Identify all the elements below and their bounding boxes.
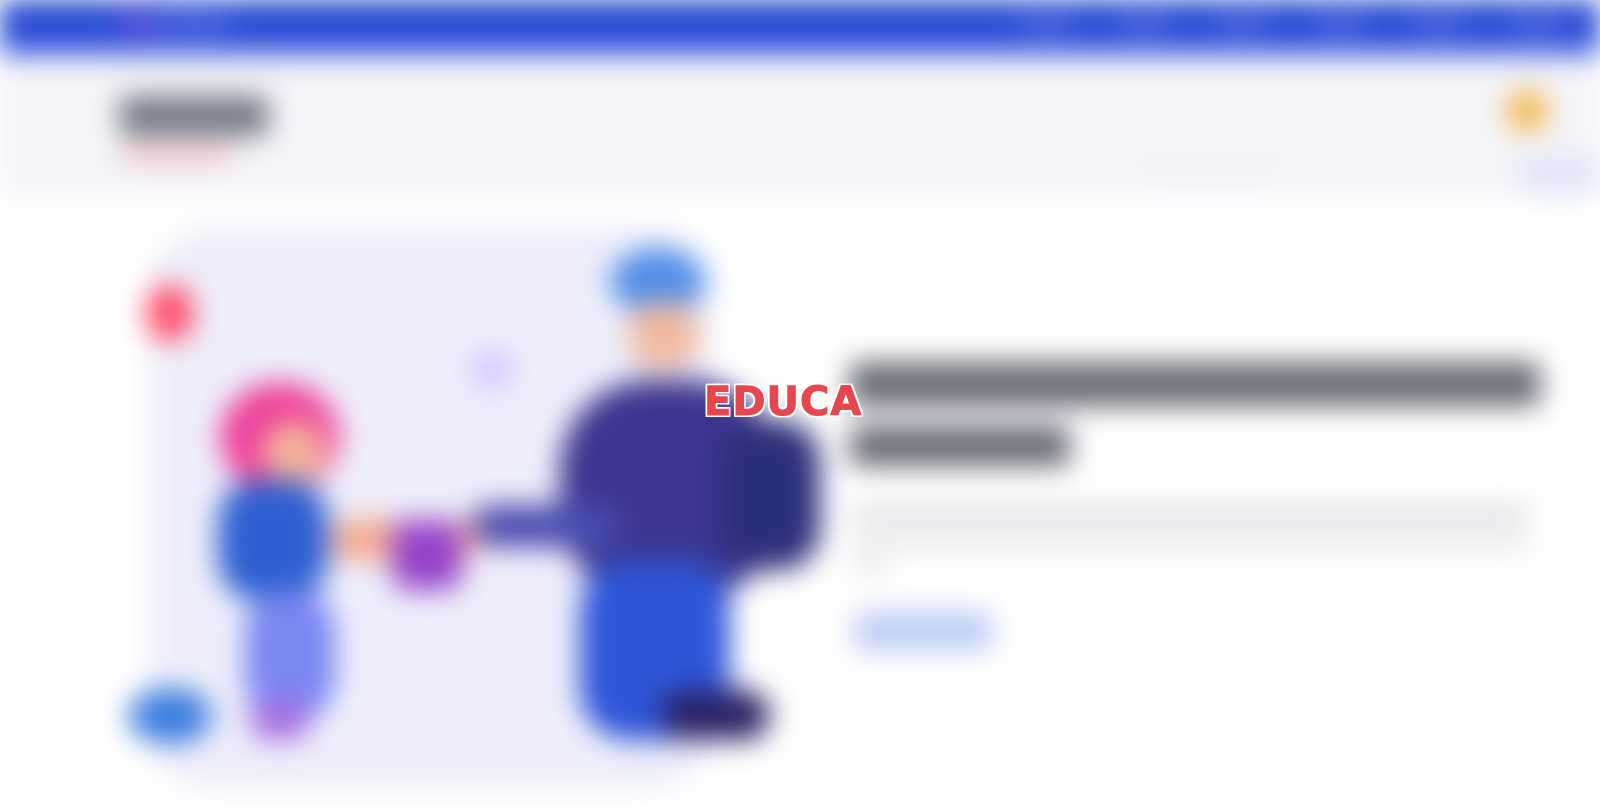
illustration-girl-body: [218, 480, 328, 600]
nav-action-button[interactable]: [1520, 156, 1600, 192]
topbar-links: [1022, 18, 1560, 30]
site-logo[interactable]: [120, 96, 268, 136]
nav-active-indicator: [1140, 164, 1280, 170]
hero-paragraph-line-2: [850, 536, 1530, 550]
hero-headline-line-1: [850, 362, 1540, 406]
topbar-link[interactable]: [1512, 18, 1560, 30]
topbar-link[interactable]: [1316, 18, 1364, 30]
site-logo-tagline: [122, 148, 232, 160]
hero-cta-button[interactable]: [852, 610, 994, 652]
main-navbar: [0, 56, 1600, 196]
topbar-logo[interactable]: [118, 12, 228, 36]
illustration-bubble: [470, 350, 514, 390]
top-bar: [0, 0, 1600, 56]
hero-headline-line-2: [850, 426, 1070, 466]
illustration-backpack: [720, 420, 820, 570]
page: EDUCA: [0, 0, 1600, 808]
hero-paragraph-line-1: [850, 506, 1530, 524]
illustration-girl-shoes: [250, 700, 310, 740]
illustration-balloon: [146, 284, 194, 342]
illustration-girl-face: [262, 420, 326, 484]
hero-brand-title: EDUCA: [703, 379, 863, 425]
topbar-link[interactable]: [1218, 18, 1266, 30]
illustration-ball: [128, 688, 212, 744]
shopping-cart-icon[interactable]: [1506, 90, 1548, 132]
illustration-man-shoe: [660, 690, 770, 740]
topbar-link[interactable]: [1414, 18, 1462, 30]
illustration-gift: [392, 520, 462, 590]
hero-paragraph-line-3: [850, 560, 890, 574]
illustration-man-arm: [470, 505, 620, 547]
illustration-man-face: [628, 300, 700, 370]
topbar-link[interactable]: [1120, 18, 1168, 30]
topbar-link[interactable]: [1022, 18, 1070, 30]
